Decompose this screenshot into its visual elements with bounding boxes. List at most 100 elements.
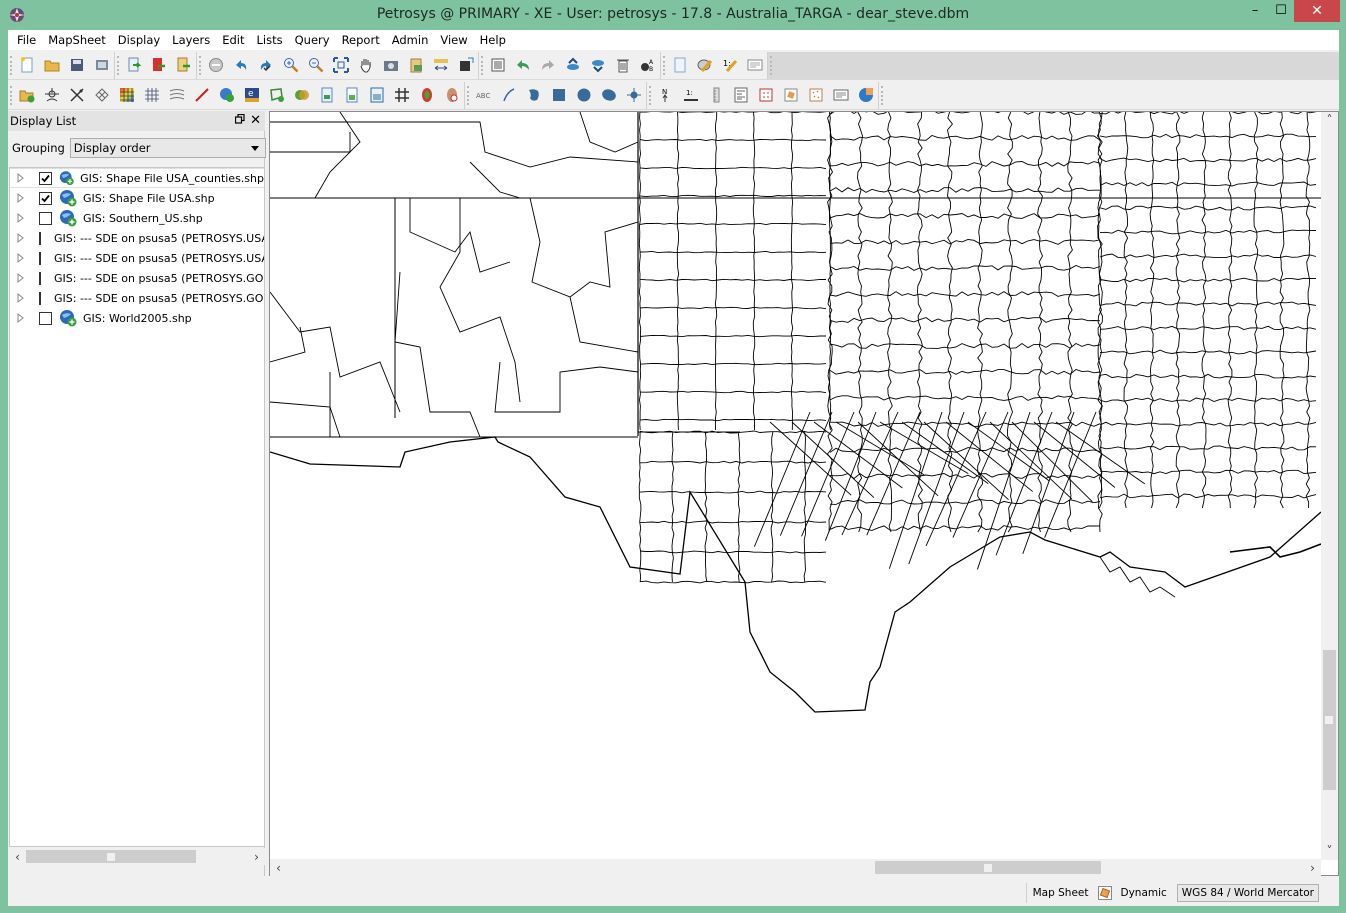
expand-arrow-icon[interactable]	[15, 272, 31, 284]
maximize-button[interactable]: ☐	[1266, 0, 1296, 22]
snapshot-button[interactable]	[378, 53, 403, 77]
text-abc-button[interactable]: ABC	[471, 83, 496, 107]
scroll-track[interactable]	[287, 861, 1304, 874]
polyline-button[interactable]	[496, 83, 521, 107]
measure-button[interactable]	[428, 53, 453, 77]
scroll-left-icon[interactable]: ‹	[270, 861, 287, 875]
rectangle-button[interactable]	[546, 83, 571, 107]
layer-row[interactable]: GIS: Southern_US.shp	[10, 208, 264, 228]
table-button[interactable]	[364, 83, 389, 107]
map-canvas[interactable]	[270, 112, 1321, 860]
layer-visibility-checkbox[interactable]	[39, 251, 41, 265]
pattern-button[interactable]	[803, 83, 828, 107]
layer-visibility-checkbox[interactable]	[39, 271, 41, 285]
layer-row[interactable]: GIS: --- SDE on psusa5 (PETROSYS.USA	[10, 248, 264, 268]
labels-button[interactable]: AB	[635, 53, 660, 77]
contour-button[interactable]	[164, 83, 189, 107]
text-box-button[interactable]	[742, 53, 767, 77]
grid-points-button[interactable]	[139, 83, 164, 107]
expand-arrow-icon[interactable]	[15, 292, 31, 304]
north-arrow-button[interactable]: N	[653, 83, 678, 107]
expand-arrow-icon[interactable]	[15, 312, 31, 324]
layer-visibility-checkbox[interactable]	[39, 171, 52, 185]
edit-scale-button[interactable]: 1:	[717, 53, 742, 77]
add-polygon-button[interactable]	[264, 83, 289, 107]
menu-view[interactable]: View	[434, 33, 473, 47]
menu-edit[interactable]: Edit	[216, 33, 250, 47]
open-folder-button[interactable]	[39, 53, 64, 77]
zoom-out-button[interactable]	[303, 53, 328, 77]
add-gis-button[interactable]	[214, 83, 239, 107]
mode-status[interactable]: Dynamic	[1098, 885, 1167, 900]
fault-button[interactable]	[64, 83, 89, 107]
page-button[interactable]	[667, 53, 692, 77]
layer-visibility-checkbox[interactable]	[39, 311, 52, 325]
map-horizontal-scrollbar[interactable]: ‹ ›	[270, 859, 1321, 876]
menu-layers[interactable]: Layers	[166, 33, 216, 47]
undo-button[interactable]	[510, 53, 535, 77]
close-panel-icon[interactable]: ✕	[250, 113, 261, 128]
layer-visibility-checkbox[interactable]	[39, 231, 41, 245]
print-button[interactable]	[89, 53, 114, 77]
menu-lists[interactable]: Lists	[251, 33, 289, 47]
menu-display[interactable]: Display	[112, 33, 166, 47]
zoom-in-button[interactable]	[278, 53, 303, 77]
grouping-select[interactable]: Display order	[69, 138, 266, 158]
menu-admin[interactable]: Admin	[386, 33, 435, 47]
text-panel-button[interactable]	[828, 83, 853, 107]
scroll-left-icon[interactable]: ‹	[9, 850, 26, 864]
layer-row[interactable]: GIS: --- SDE on psusa5 (PETROSYS.USA	[10, 228, 264, 248]
edit-symbol-button[interactable]	[692, 53, 717, 77]
window-button[interactable]	[453, 53, 478, 77]
freeform-button[interactable]	[521, 83, 546, 107]
scroll-thumb[interactable]	[26, 850, 196, 863]
scale-bar-button[interactable]: 1:	[678, 83, 703, 107]
scroll-thumb[interactable]	[875, 861, 1101, 874]
expand-arrow-icon[interactable]	[15, 192, 31, 204]
menu-query[interactable]: Query	[289, 33, 336, 47]
panel-horizontal-scrollbar[interactable]: ‹ ›	[9, 848, 265, 865]
ellipse-button[interactable]	[596, 83, 621, 107]
layer-visibility-checkbox[interactable]	[39, 191, 52, 205]
projection-status[interactable]: WGS 84 / World Mercator	[1176, 883, 1319, 902]
clipboard-button[interactable]	[403, 53, 428, 77]
grid-frame-button[interactable]	[753, 83, 778, 107]
legend-button[interactable]	[728, 83, 753, 107]
surface-target-button[interactable]	[439, 83, 464, 107]
layer-down-button[interactable]	[585, 53, 610, 77]
scroll-down-icon[interactable]: ˅	[1321, 843, 1338, 860]
scroll-track[interactable]	[26, 850, 248, 863]
arrow-line-button[interactable]	[189, 83, 214, 107]
save-button[interactable]	[64, 53, 89, 77]
redo-button[interactable]	[535, 53, 560, 77]
list-button[interactable]	[485, 53, 510, 77]
scroll-right-icon[interactable]: ›	[1304, 861, 1321, 875]
document-button[interactable]	[314, 83, 339, 107]
stop-button[interactable]	[203, 53, 228, 77]
pan-hand-button[interactable]	[353, 53, 378, 77]
expand-arrow-icon[interactable]	[15, 232, 31, 244]
document-green-button[interactable]	[339, 83, 364, 107]
export-pdf-button[interactable]	[146, 53, 171, 77]
symbol-button[interactable]	[778, 83, 803, 107]
scroll-right-icon[interactable]: ›	[248, 850, 265, 864]
circle-button[interactable]	[571, 83, 596, 107]
layer-row[interactable]: GIS: --- SDE on psusa5 (PETROSYS.GOI	[10, 288, 264, 308]
menu-mapsheet[interactable]: MapSheet	[42, 33, 112, 47]
redo-view-button[interactable]	[253, 53, 278, 77]
menu-report[interactable]: Report	[336, 33, 386, 47]
digitize-button[interactable]	[39, 83, 64, 107]
surface-button[interactable]	[414, 83, 439, 107]
zoom-extents-button[interactable]	[328, 53, 353, 77]
map-vertical-scrollbar[interactable]: ˄ ˅	[1321, 112, 1338, 860]
float-panel-icon[interactable]	[234, 113, 245, 127]
grid-color-button[interactable]	[114, 83, 139, 107]
menu-help[interactable]: Help	[474, 33, 512, 47]
layer-row[interactable]: GIS: Shape File USA_counties.shp	[10, 168, 264, 188]
undo-view-button[interactable]	[228, 53, 253, 77]
merge-button[interactable]	[289, 83, 314, 107]
close-button[interactable]: ✕	[1294, 0, 1340, 22]
ruler-button[interactable]	[703, 83, 728, 107]
expand-arrow-icon[interactable]	[15, 172, 31, 184]
new-file-button[interactable]	[14, 53, 39, 77]
